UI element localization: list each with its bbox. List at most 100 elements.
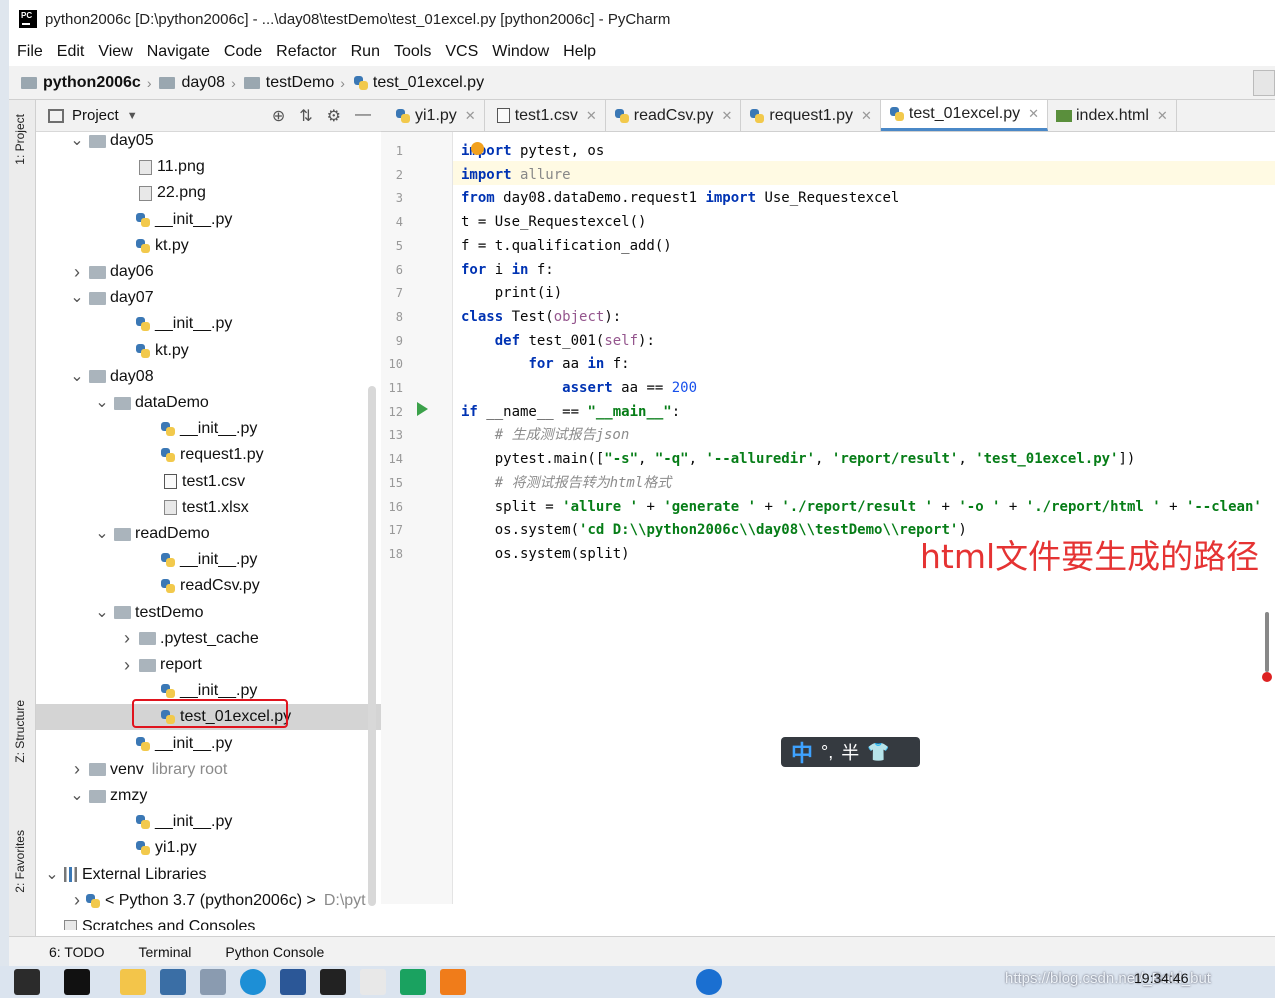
locate-icon[interactable]: ⊕ [272,106,285,126]
java-icon[interactable] [360,969,386,995]
tab-structure[interactable]: Z: Structure [13,700,27,763]
tree-item[interactable]: ⌄ day05 [36,132,381,154]
gear-icon[interactable]: ⚙ [327,106,341,126]
intellij-icon[interactable] [14,969,40,995]
cmd-icon[interactable] [320,969,346,995]
code-line[interactable]: # 将测试报告转为html格式 [461,471,672,495]
code-line[interactable]: pytest.main(["-s", "-q", '--alluredir', … [461,447,1136,471]
tab-index-html[interactable]: index.html ✕ [1048,100,1177,131]
python-console-tab[interactable]: Python Console [225,944,324,960]
chevron-down-icon[interactable]: ⌄ [69,290,85,306]
translator-icon[interactable] [440,969,466,995]
menu-tools[interactable]: Tools [394,43,431,61]
pdf-icon[interactable] [400,969,426,995]
terminal-tab[interactable]: Terminal [139,944,192,960]
tree-item[interactable]: ⌄ day08 [36,364,381,390]
tree-item[interactable]: __init__.py [36,809,381,835]
tab-favorites[interactable]: 2: Favorites [13,830,27,893]
tree-item[interactable]: ⌄ zmzy [36,783,381,809]
code-editor[interactable]: import pytest, os import allure from day08… [453,132,1275,904]
menu-edit[interactable]: Edit [57,43,85,61]
tree-item[interactable]: › < Python 3.7 (python2006c) > D:\pyt [36,888,381,914]
close-icon[interactable]: ✕ [1157,108,1168,124]
menu-view[interactable]: View [98,43,132,61]
chevron-down-icon[interactable]: ⌄ [94,395,110,411]
project-panel-title[interactable]: Project [72,107,119,124]
menu-file[interactable]: File [17,43,43,61]
collapse-all-icon[interactable]: ⇅ [299,106,312,126]
tree-item[interactable]: kt.py [36,338,381,364]
ime-width[interactable]: 半 [841,739,859,765]
tree-item[interactable]: __init__.py [36,416,381,442]
todo-tab[interactable]: 6: TODO [49,944,105,960]
code-line[interactable]: class Test(object): [461,305,621,329]
menu-run[interactable]: Run [351,43,380,61]
menu-navigate[interactable]: Navigate [147,43,210,61]
edge-icon[interactable] [240,969,266,995]
tree-item[interactable]: yi1.py [36,835,381,861]
code-line[interactable]: from day08.dataDemo.request1 import Use_… [461,186,899,210]
tab-test1-csv[interactable]: test1.csv ✕ [485,100,606,131]
breadcrumb-testdemo[interactable]: testDemo › [243,74,345,92]
code-line[interactable]: import allure [461,163,571,187]
word-icon[interactable] [280,969,306,995]
chevron-down-icon[interactable]: ⌄ [69,133,85,149]
tree-item[interactable]: › .pytest_cache [36,626,381,652]
menu-window[interactable]: Window [492,43,549,61]
close-icon[interactable]: ✕ [721,108,732,124]
chevron-down-icon[interactable]: ⌄ [44,866,60,882]
tree-item[interactable]: __init__.py [36,311,381,337]
ime-toolbar[interactable]: 中 °, 半 👕 [781,737,920,767]
pycharm-taskbar-icon[interactable] [64,969,90,995]
run-icon[interactable] [417,402,428,416]
tree-item[interactable]: ⌄ dataDemo [36,390,381,416]
close-icon[interactable]: ✕ [1028,106,1039,122]
breadcrumb-project[interactable]: python2006c › [21,74,151,92]
tab-yi1-py[interactable]: yi1.py ✕ [387,100,485,131]
tree-item[interactable]: ⌄ day07 [36,285,381,311]
explorer-icon[interactable] [120,969,146,995]
tree-item[interactable]: kt.py [36,233,381,259]
tab-test_01excel-py[interactable]: test_01excel.py ✕ [880,100,1048,131]
chevron-down-icon[interactable]: ⌄ [69,368,85,384]
lightbulb-icon[interactable] [471,142,484,155]
code-line[interactable]: print(i) [461,281,562,305]
tree-item[interactable]: __init__.py [36,547,381,573]
tab-project[interactable]: 1: Project [13,114,27,165]
chevron-down-icon[interactable]: ▼ [127,110,138,122]
tree-item[interactable]: __init__.py [36,207,381,233]
help-icon[interactable] [696,969,722,995]
code-line[interactable]: if __name__ == "__main__": [461,400,680,424]
tree-item[interactable]: test1.csv [36,469,381,495]
tree-item[interactable]: 22.png [36,180,381,206]
skin-icon[interactable]: 👕 [867,742,889,763]
code-line[interactable]: f = t.qualification_add() [461,234,672,258]
code-line[interactable]: t = Use_Requestexcel() [461,210,646,234]
menu-vcs[interactable]: VCS [445,43,478,61]
run-config-button[interactable] [1253,70,1275,96]
tab-request1-py[interactable]: request1.py ✕ [741,100,881,131]
tree-item[interactable]: 11.png [36,154,381,180]
tree-item[interactable]: request1.py [36,442,381,468]
code-line[interactable]: os.system('cd D:\\python2006c\\day08\\te… [461,518,967,542]
code-line[interactable]: for i in f: [461,258,554,282]
ime-punct[interactable]: °, [821,742,833,763]
network-app-icon[interactable] [200,969,226,995]
close-icon[interactable]: ✕ [465,108,476,124]
menu-refactor[interactable]: Refactor [276,43,336,61]
breadcrumb-day08[interactable]: day08 › [159,74,236,92]
code-line[interactable]: def test_001(self): [461,329,655,353]
breadcrumb-file[interactable]: test_01excel.py [353,74,484,92]
tree-item[interactable]: › day06 [36,259,381,285]
code-line[interactable]: split = 'allure ' + 'generate ' + './rep… [461,495,1262,519]
close-icon[interactable]: ✕ [586,108,597,124]
app-icon[interactable] [160,969,186,995]
chevron-right-icon[interactable]: › [69,759,85,780]
tree-item[interactable]: › venv library root [36,757,381,783]
chevron-down-icon[interactable]: ⌄ [94,526,110,542]
tree-item[interactable]: __init__.py [36,731,381,757]
menu-code[interactable]: Code [224,43,262,61]
chevron-right-icon[interactable]: › [69,262,85,283]
chevron-down-icon[interactable]: ⌄ [69,788,85,804]
chevron-down-icon[interactable]: ⌄ [94,604,110,620]
